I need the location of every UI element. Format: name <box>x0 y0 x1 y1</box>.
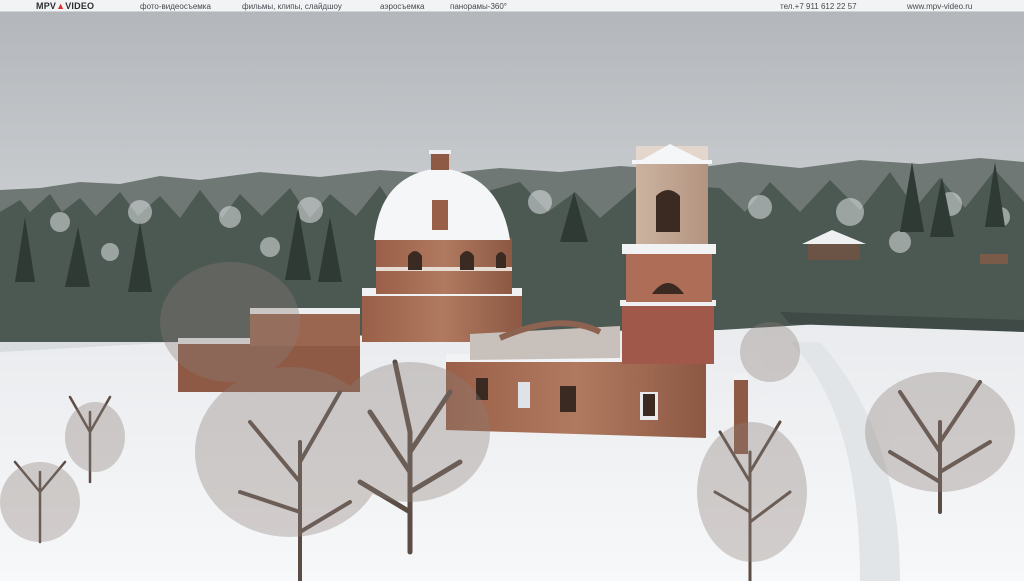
link-photo-video[interactable]: фото-видеосъемка <box>140 2 211 11</box>
link-panoramas[interactable]: панорамы-360° <box>450 2 507 11</box>
winter-church-photo <box>0 12 1024 581</box>
bell-tower-base <box>622 304 714 364</box>
brand-logo[interactable]: MPV▲VIDEO <box>36 1 94 11</box>
logo-triangle-icon: ▲ <box>56 1 66 11</box>
dome-drum <box>376 238 512 294</box>
phone-number: тел.+7 911 612 22 57 <box>780 2 857 11</box>
top-banner: MPV▲VIDEO фото-видеосъемка фильмы, клипы… <box>0 0 1024 12</box>
dome-cupola <box>431 152 449 170</box>
link-aerial[interactable]: аэросъемка <box>380 2 425 11</box>
photo-scene <box>0 12 1024 581</box>
link-films-clips[interactable]: фильмы, клипы, слайдшоу <box>242 2 342 11</box>
bell-tower-mid <box>626 252 712 302</box>
website-link[interactable]: www.mpv-video.ru <box>907 2 972 11</box>
